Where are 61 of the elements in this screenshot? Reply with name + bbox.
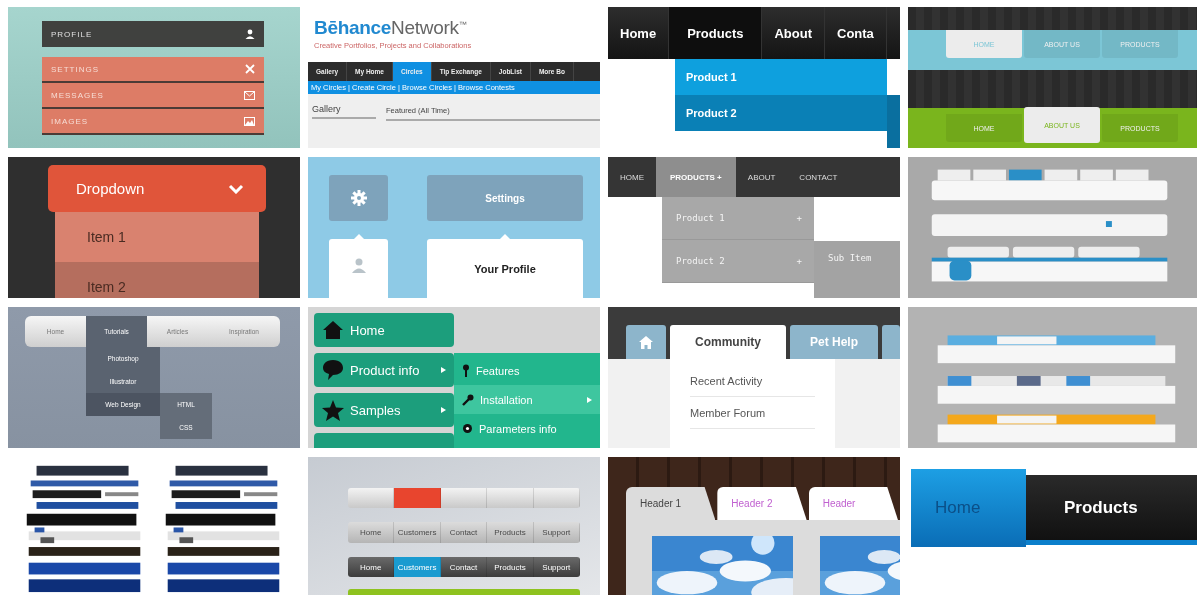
nav-tab[interactable]: Products <box>487 556 534 578</box>
card-title: Your Profile <box>474 263 536 275</box>
arrow-icon <box>441 367 446 373</box>
nav-tab[interactable]: Support <box>533 522 580 543</box>
nav-tab[interactable]: Customers <box>394 556 441 578</box>
nav-tab[interactable]: Products <box>1026 475 1197 545</box>
wrench-icon <box>462 393 474 406</box>
tab[interactable]: Header <box>808 487 898 520</box>
nav-tab[interactable]: Support <box>533 556 580 578</box>
nav-tab[interactable]: HOME <box>608 157 656 197</box>
speech-bubble-icon <box>322 359 344 381</box>
nav-tab[interactable]: Community <box>670 325 786 359</box>
menu-item[interactable]: Home <box>314 313 454 347</box>
nav-tab[interactable]: Customers <box>394 522 441 543</box>
nav-tab[interactable]: Contact <box>440 556 488 578</box>
logo: BēhanceNetwork$^{™}$ <box>314 17 467 39</box>
nav-tab[interactable] <box>394 488 441 509</box>
key-icon <box>462 364 470 377</box>
submenu-panel <box>887 95 900 148</box>
nav-tab[interactable]: PRODUCTS + <box>656 157 736 197</box>
dropdown-button[interactable]: Dropdown <box>48 165 266 212</box>
home-tab[interactable] <box>626 325 666 359</box>
menu-item[interactable]: IMAGES <box>42 109 264 135</box>
arrow-icon <box>441 407 446 413</box>
section-title: Gallery <box>312 104 376 119</box>
gear-icon <box>462 423 473 434</box>
tab[interactable]: Header 1 <box>626 487 716 520</box>
menu-item[interactable]: Samples <box>314 393 454 427</box>
gear-icon <box>350 190 367 206</box>
nav-tab[interactable]: Contact <box>440 522 488 543</box>
dropdown-item[interactable]: Recent Activity <box>690 365 815 397</box>
nav-tab[interactable]: ABOUT <box>735 157 788 197</box>
dropdown-item[interactable]: Sub Item <box>814 241 900 298</box>
tools-icon <box>245 64 255 74</box>
submenu-item[interactable]: Parameters info <box>454 414 600 443</box>
menu-item[interactable]: MESSAGES <box>42 83 264 109</box>
dropdown-item[interactable]: Member Forum <box>690 397 815 429</box>
nav-tab[interactable]: Home <box>348 522 395 543</box>
dropdown-item[interactable]: Item 2 <box>55 262 259 298</box>
nav-tab[interactable]: CONTACT <box>787 157 850 197</box>
arrow-icon <box>587 396 592 403</box>
nav-tab[interactable]: Products <box>487 522 534 543</box>
menu-item[interactable]: Product info <box>314 353 454 387</box>
menu-item[interactable]: PROFILE <box>42 21 264 47</box>
envelope-icon <box>244 90 255 100</box>
chevron-icon <box>228 183 244 194</box>
house-icon <box>322 320 344 340</box>
star-icon <box>322 399 344 421</box>
dropdown-item[interactable]: Item 1 <box>55 212 259 262</box>
menu-item[interactable]: SETTINGS <box>42 57 264 83</box>
settings-button[interactable]: Settings <box>427 175 583 221</box>
image-icon <box>244 116 255 126</box>
dropdown-item[interactable]: Product 2 <box>675 95 887 131</box>
user-icon <box>245 29 255 39</box>
user-icon <box>350 257 367 273</box>
tab[interactable]: Header 2 <box>717 487 807 520</box>
house-icon <box>639 335 653 349</box>
settings-button[interactable] <box>329 175 388 221</box>
submenu-item[interactable]: Features <box>454 356 600 385</box>
dropdown-item[interactable]: Product 1 <box>675 59 887 95</box>
nav-tab[interactable]: Products <box>669 7 763 59</box>
